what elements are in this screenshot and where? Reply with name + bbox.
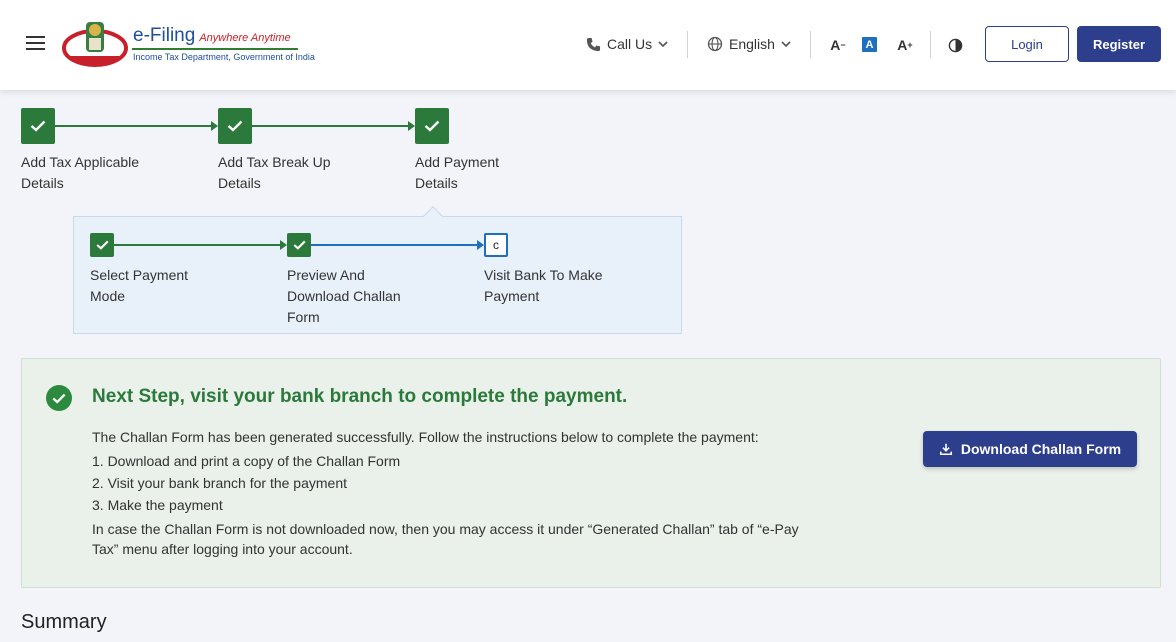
efiling-logo[interactable]: e-Filing Anywhere Anytime Income Tax Depa… <box>62 18 315 70</box>
logo-tagline: Anywhere Anytime <box>199 32 291 44</box>
instruction-item: 2. Visit your bank branch for the paymen… <box>92 475 347 491</box>
substep-3-label: Visit Bank To Make Payment <box>484 267 603 304</box>
substep-arrow-icon <box>477 240 484 250</box>
substep-2-label: Preview And Download Challan Form <box>287 267 401 325</box>
emblem-icon <box>62 22 128 67</box>
step-3-label: Add Payment Details <box>415 154 500 191</box>
login-button[interactable]: Login <box>985 26 1069 62</box>
chevron-down-icon <box>781 41 791 48</box>
call-us-dropdown[interactable]: Call Us <box>586 36 668 52</box>
globe-icon <box>707 36 723 52</box>
instruction-item: 1. Download and print a copy of the Chal… <box>92 453 401 469</box>
challan-intro-text: The Challan Form has been generated succ… <box>92 429 759 445</box>
call-us-label: Call Us <box>607 36 653 52</box>
summary-heading: Summary <box>21 611 107 633</box>
top-header: e-Filing Anywhere Anytime Income Tax Depa… <box>0 0 1176 90</box>
step-arrow-icon <box>211 121 218 131</box>
substep-3-current-marker: c <box>484 233 508 257</box>
hamburger-menu-icon[interactable] <box>26 36 45 50</box>
logo-divider <box>132 48 298 50</box>
download-challan-label: Download Challan Form <box>960 441 1122 457</box>
language-label: English <box>729 36 775 52</box>
register-button[interactable]: Register <box>1077 26 1161 62</box>
success-check-icon <box>46 385 72 411</box>
step-connector <box>252 125 408 127</box>
language-dropdown[interactable]: English <box>707 36 791 52</box>
step-arrow-icon <box>408 121 415 131</box>
logo-department: Income Tax Department, Government of Ind… <box>133 52 315 62</box>
header-divider <box>687 31 688 58</box>
challan-note-line-2: Tax” menu after logging into your accoun… <box>92 541 353 557</box>
substep-1-label: Select Payment Mode <box>90 267 189 304</box>
step-1-label: Add Tax Applicable Details <box>21 154 140 191</box>
challan-note-line-1: In case the Challan Form is not download… <box>92 521 799 537</box>
substep-2-check-icon <box>287 233 311 257</box>
chevron-down-icon <box>658 41 668 48</box>
logo-title: e-Filing Anywhere Anytime <box>133 25 291 46</box>
step-2-check-icon <box>218 108 252 144</box>
step-1-check-icon <box>21 108 55 144</box>
substep-connector <box>311 244 477 246</box>
header-divider <box>930 31 931 58</box>
next-step-card: Next Step, visit your bank branch to com… <box>21 358 1161 588</box>
next-step-title: Next Step, visit your bank branch to com… <box>92 386 628 407</box>
step-3-check-icon <box>415 108 449 144</box>
substep-1-check-icon <box>90 233 114 257</box>
substep-arrow-icon <box>280 240 287 250</box>
contrast-icon[interactable] <box>945 35 965 55</box>
download-icon <box>939 443 952 456</box>
phone-icon <box>586 37 601 51</box>
font-increase-icon[interactable]: A + <box>895 35 915 55</box>
font-default-icon[interactable]: A <box>862 37 877 52</box>
substep-connector <box>114 244 280 246</box>
download-challan-button[interactable]: Download Challan Form <box>923 431 1137 467</box>
step-2-label: Add Tax Break Up Details <box>218 154 331 191</box>
font-decrease-icon[interactable]: A − <box>828 35 848 55</box>
instruction-item: 3. Make the payment <box>92 497 223 513</box>
step-connector <box>55 125 211 127</box>
header-divider <box>810 31 811 58</box>
